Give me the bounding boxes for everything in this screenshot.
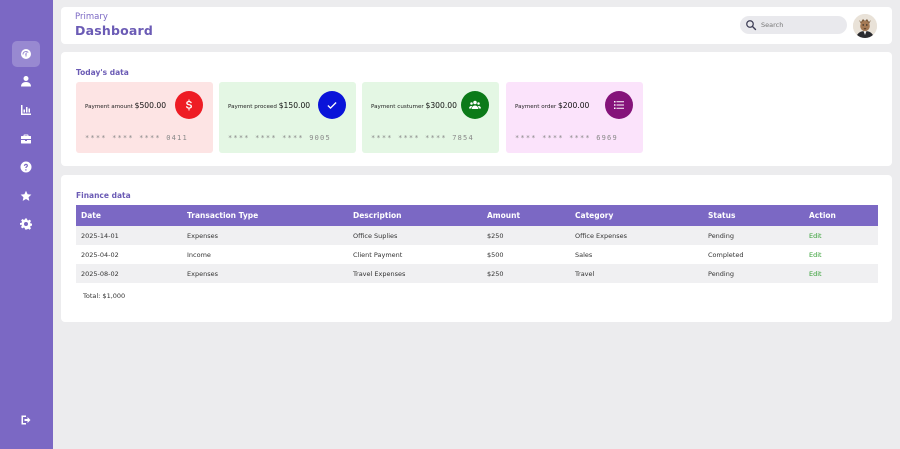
column-header-amount[interactable]: Amount — [482, 205, 570, 226]
masked-card-number: **** **** **** 9005 — [228, 134, 331, 142]
table-header-row: Date Transaction Type Description Amount… — [76, 205, 878, 226]
sidebar-item-user[interactable] — [12, 68, 40, 94]
payment-card-label: Payment proceed $150.00 — [228, 101, 311, 110]
briefcase-icon — [21, 134, 31, 144]
help-icon — [20, 161, 32, 173]
payment-card-label: Payment amount $500.00 — [85, 101, 167, 110]
cell-description: Travel Expenses — [353, 269, 406, 278]
masked-card-number: **** **** **** 0411 — [85, 134, 188, 142]
logout-icon — [21, 415, 31, 425]
cell-amount: $250 — [487, 269, 504, 278]
payment-card-icon-badge — [318, 91, 346, 119]
chart-icon — [21, 105, 31, 115]
cell-amount: $250 — [487, 231, 504, 240]
cell-description: Office Suplies — [353, 231, 398, 240]
cell-amount: $500 — [487, 250, 504, 259]
cell-category: Sales — [575, 250, 593, 259]
sidebar-item-star[interactable] — [12, 183, 40, 209]
edit-link[interactable]: Edit — [809, 270, 822, 278]
table-row: 2025-08-02 Expenses Travel Expenses $250… — [76, 264, 878, 283]
user-avatar-image — [853, 14, 877, 38]
table-row: 2025-04-02 Income Client Payment $500 Sa… — [76, 245, 878, 264]
column-header-status[interactable]: Status — [703, 205, 804, 226]
cell-date: 2025-04-02 — [81, 250, 119, 259]
cell-category: Office Expenses — [575, 231, 628, 240]
column-header-category[interactable]: Category — [570, 205, 703, 226]
search-bar[interactable] — [740, 16, 847, 34]
star-icon — [20, 190, 32, 201]
section-title-finance: Finance data — [76, 191, 131, 200]
payment-card-value: $200.00 — [557, 101, 590, 110]
finance-total: Total: $1,000 — [83, 292, 126, 300]
column-header-description[interactable]: Description — [348, 205, 482, 226]
cell-action: Edit — [804, 245, 878, 264]
sidebar-item-help[interactable] — [12, 154, 40, 180]
payment-card-icon-badge — [605, 91, 633, 119]
sidebar — [0, 0, 53, 449]
cell-status: Completed — [708, 250, 744, 259]
logout-button[interactable] — [12, 407, 40, 433]
sidebar-item-dashboard[interactable] — [12, 41, 40, 67]
cell-transaction-type: Income — [187, 250, 211, 259]
edit-link[interactable]: Edit — [809, 251, 822, 259]
payment-card-icon-badge — [461, 91, 489, 119]
payment-card-label: Payment custumer $300.00 — [371, 101, 457, 110]
cell-date: 2025-14-01 — [81, 231, 119, 240]
column-header-date[interactable]: Date — [76, 205, 182, 226]
list-icon — [614, 101, 624, 109]
payment-card-value: $150.00 — [278, 101, 311, 110]
dashboard-icon — [21, 49, 31, 59]
sidebar-item-briefcase[interactable] — [12, 126, 40, 152]
sidebar-item-settings[interactable] — [12, 211, 40, 237]
cell-status: Pending — [708, 269, 734, 278]
payment-card-icon-badge — [175, 91, 203, 119]
payment-card-order[interactable]: Payment order $200.00 **** **** **** 696… — [506, 82, 643, 153]
users-icon — [469, 100, 481, 109]
cell-description: Client Payment — [353, 250, 403, 259]
cell-action: Edit — [804, 264, 878, 283]
table-row: 2025-14-01 Expenses Office Suplies $250 … — [76, 226, 878, 245]
user-icon — [21, 76, 31, 87]
masked-card-number: **** **** **** 6969 — [515, 134, 618, 142]
payment-card-label: Payment order $200.00 — [515, 101, 590, 110]
cell-transaction-type: Expenses — [187, 231, 218, 240]
cell-date: 2025-08-02 — [81, 269, 119, 278]
payment-card-proceed[interactable]: Payment proceed $150.00 **** **** **** 9… — [219, 82, 356, 153]
payment-card-amount[interactable]: Payment amount $500.00 **** **** **** 04… — [76, 82, 213, 153]
column-header-transaction-type[interactable]: Transaction Type — [182, 205, 348, 226]
dollar-icon — [185, 99, 192, 111]
search-icon — [746, 20, 757, 31]
column-header-action[interactable]: Action — [804, 205, 878, 226]
finance-table: Date Transaction Type Description Amount… — [76, 205, 878, 283]
cell-category: Travel — [575, 269, 595, 278]
cell-transaction-type: Expenses — [187, 269, 218, 278]
payment-card-customer[interactable]: Payment custumer $300.00 **** **** **** … — [362, 82, 499, 153]
masked-card-number: **** **** **** 7854 — [371, 134, 474, 142]
search-input[interactable] — [761, 18, 841, 32]
settings-icon — [20, 218, 32, 230]
breadcrumb: Primary — [75, 12, 108, 22]
top-header: Primary Dashboard — [61, 7, 892, 44]
section-title-today: Today's data — [76, 68, 129, 77]
edit-link[interactable]: Edit — [809, 232, 822, 240]
cell-action: Edit — [804, 226, 878, 245]
todays-data-panel: Today's data Payment amount $500.00 ****… — [61, 52, 892, 166]
payment-card-value: $300.00 — [425, 101, 457, 110]
page-title: Dashboard — [75, 23, 154, 38]
avatar[interactable] — [853, 14, 877, 38]
cell-status: Pending — [708, 231, 734, 240]
check-icon — [327, 102, 337, 109]
payment-card-value: $500.00 — [134, 101, 167, 110]
finance-data-panel: Finance data Date Transaction Type Descr… — [61, 175, 892, 322]
sidebar-item-chart[interactable] — [12, 97, 40, 123]
